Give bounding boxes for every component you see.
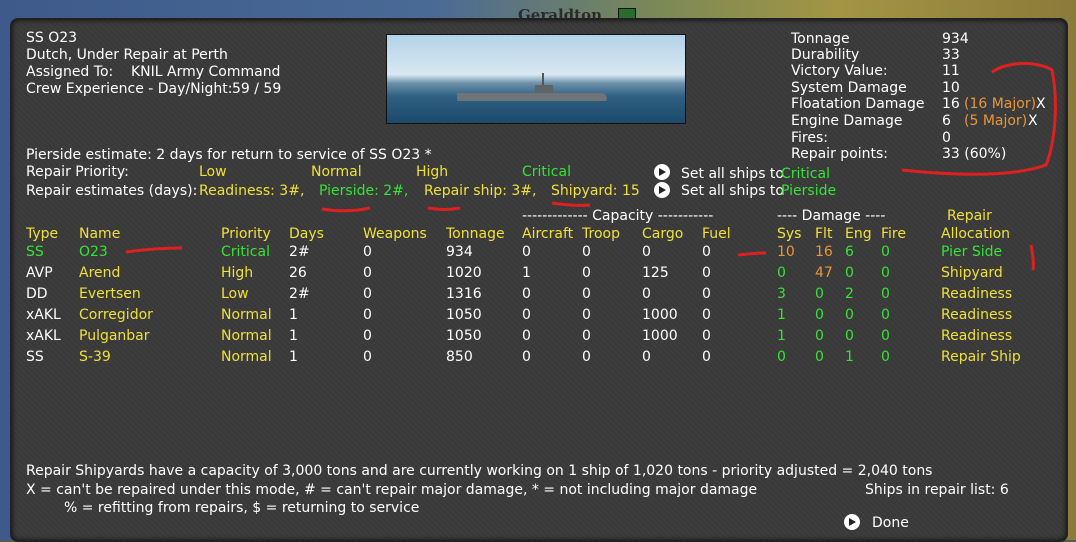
red-annotation-stats (901, 62, 1057, 176)
red-annotation-shipyard (551, 201, 591, 207)
red-annotation-allocation (1029, 244, 1035, 271)
red-annotation-pierside (321, 206, 371, 213)
red-annotation-name (125, 246, 183, 254)
red-annotation-marks (125, 62, 1057, 271)
red-annotation-damage (737, 251, 767, 257)
red-annotation-repairship (427, 206, 461, 211)
